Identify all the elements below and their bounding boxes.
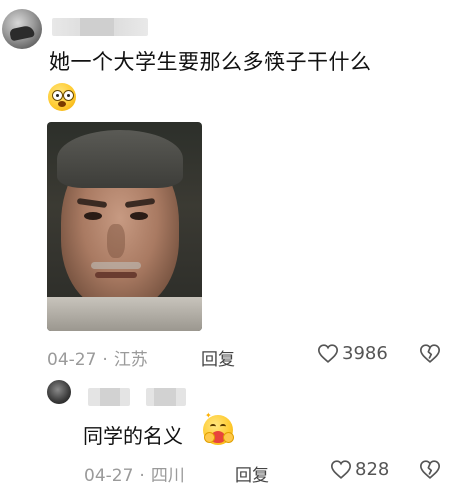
emoji-left-eye	[52, 90, 63, 101]
emoji-right-hand	[223, 432, 234, 443]
comment-date: 04-27	[47, 350, 97, 370]
broken-heart-icon[interactable]	[420, 460, 440, 479]
avatar-figure	[9, 24, 35, 42]
reply-text: 同学的名义	[83, 424, 183, 448]
avatar[interactable]	[2, 9, 42, 49]
reply-location: 四川	[150, 466, 185, 486]
emoji-sparkle: ✦	[205, 411, 212, 420]
photo-nose	[107, 224, 125, 258]
reply-avatar[interactable]	[47, 380, 71, 404]
heart-icon	[318, 344, 338, 363]
like-button[interactable]: 3986	[318, 343, 388, 364]
reply-date: 04-27	[84, 466, 134, 486]
reply-button[interactable]: 回复	[201, 345, 235, 370]
photo-mouth	[95, 272, 137, 278]
emoji-left-hand	[204, 432, 215, 443]
meta-separator: ·	[139, 466, 145, 486]
comment-text: 她一个大学生要那么多筷子干什么	[49, 50, 372, 74]
reply-username-blurred[interactable]	[88, 388, 130, 406]
reply-target-username-blurred[interactable]	[146, 388, 186, 406]
photo-eye-left	[84, 212, 102, 220]
emoji-left-eye	[210, 424, 216, 429]
emoji-right-eye	[220, 424, 226, 429]
photo-mustache	[91, 262, 141, 269]
hugging-face-emoji-icon: ✦	[203, 411, 234, 445]
photo-hair	[57, 130, 183, 188]
username-blurred[interactable]	[52, 18, 148, 36]
reply-like-button[interactable]: 828	[331, 459, 389, 480]
comment-meta: 04-27 · 江苏	[47, 345, 148, 370]
reply-like-count: 828	[355, 459, 390, 480]
flushed-face-emoji-icon	[48, 83, 76, 111]
meta-separator: ·	[102, 350, 108, 370]
reply-reply-button[interactable]: 回复	[235, 461, 269, 486]
reply-meta: 04-27 · 四川	[84, 461, 185, 486]
like-count: 3986	[342, 343, 388, 364]
photo-shirt	[47, 297, 202, 331]
broken-heart-icon[interactable]	[420, 344, 440, 363]
emoji-mouth	[58, 101, 66, 107]
comment-image[interactable]	[47, 122, 202, 331]
heart-icon	[331, 460, 351, 479]
comment-location: 江苏	[113, 350, 148, 370]
photo-eye-right	[130, 212, 148, 220]
emoji-right-eye	[63, 90, 74, 101]
